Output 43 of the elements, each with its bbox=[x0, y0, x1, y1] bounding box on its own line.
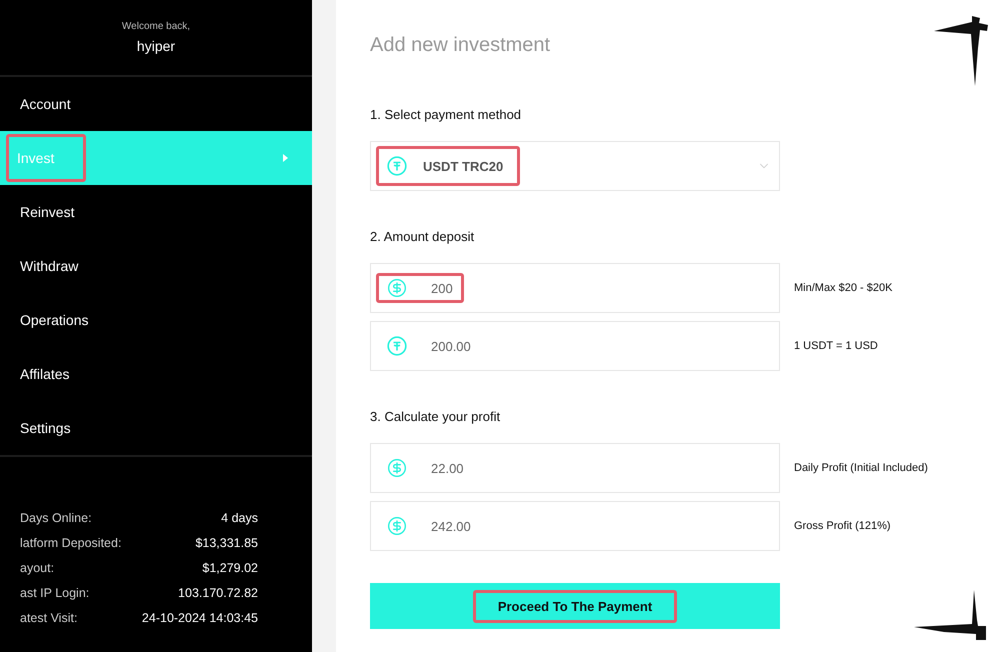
nav-item[interactable]: Settings bbox=[0, 401, 312, 455]
stat-label: Days Online: bbox=[20, 511, 92, 525]
amount-field[interactable]: 22.00 bbox=[370, 443, 780, 493]
dollar-icon bbox=[387, 458, 407, 478]
stat-value: 4 days bbox=[221, 511, 258, 525]
field-note: Gross Profit (121%) bbox=[794, 520, 891, 532]
nav-item[interactable]: Reinvest bbox=[0, 185, 312, 239]
dollar-icon bbox=[387, 278, 407, 298]
username: hyiper bbox=[136, 38, 176, 54]
nav-item[interactable]: Withdraw bbox=[0, 239, 312, 293]
payment-select[interactable]: USDT TRC20 bbox=[370, 141, 780, 191]
caret-icon bbox=[283, 154, 288, 162]
stat-value: $13,331.85 bbox=[195, 536, 258, 550]
field-value: 200 bbox=[431, 280, 453, 296]
stat-label: ast IP Login: bbox=[20, 586, 90, 600]
stat-value: $1,279.02 bbox=[202, 561, 258, 575]
nav-item[interactable]: Affilates bbox=[0, 347, 312, 401]
stat-label: ayout: bbox=[20, 561, 54, 575]
tether-icon bbox=[387, 336, 407, 356]
stat-label: latform Deposited: bbox=[20, 536, 122, 550]
field-value: 22.00 bbox=[431, 460, 464, 476]
dollar-icon bbox=[387, 516, 407, 536]
stat-label: atest Visit: bbox=[20, 611, 78, 625]
amount-field[interactable]: 242.00 bbox=[370, 501, 780, 551]
welcome-text: Welcome back, bbox=[122, 21, 190, 32]
proceed-button[interactable]: Proceed To The Payment bbox=[370, 583, 780, 629]
field-note: 1 USDT = 1 USD bbox=[794, 340, 878, 352]
amount-field[interactable]: 200 bbox=[370, 263, 780, 313]
section-heading: 2. Amount deposit bbox=[370, 229, 476, 244]
field-value: 242.00 bbox=[431, 518, 471, 534]
amount-field[interactable]: 200.00 bbox=[370, 321, 780, 371]
field-value: 200.00 bbox=[431, 338, 471, 354]
tether-icon bbox=[387, 156, 407, 176]
section-heading: 1. Select payment method bbox=[370, 107, 522, 122]
nav-item[interactable]: Account bbox=[0, 77, 312, 131]
page-title: Add new investment bbox=[370, 34, 552, 57]
stat-value: 24-10-2024 14:03:45 bbox=[142, 611, 258, 625]
field-value: USDT TRC20 bbox=[423, 158, 504, 174]
nav-item[interactable]: Operations bbox=[0, 293, 312, 347]
stat-value: 103.170.72.82 bbox=[178, 586, 258, 600]
field-note: Daily Profit (Initial Included) bbox=[794, 462, 928, 474]
field-note: Min/Max $20 - $20K bbox=[794, 282, 892, 294]
section-heading: 3. Calculate your profit bbox=[370, 409, 502, 424]
